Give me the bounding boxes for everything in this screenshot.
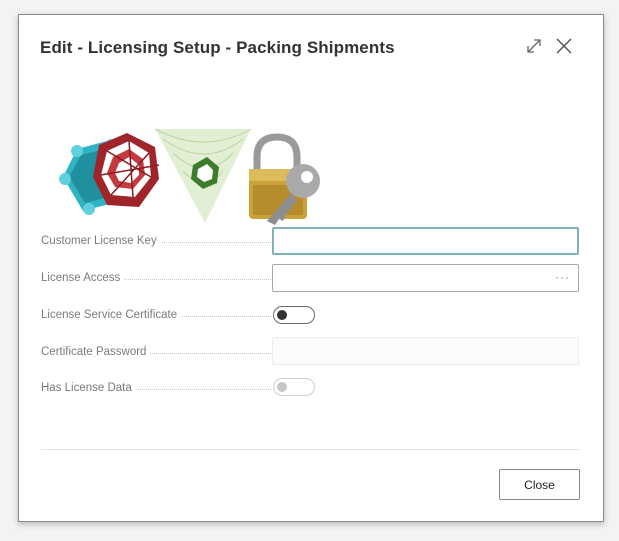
has-license-data-label: Has License Data — [41, 382, 271, 394]
license-access-label: License Access — [41, 272, 271, 284]
toggle-knob — [277, 310, 287, 320]
license-service-certificate-toggle[interactable] — [273, 306, 315, 324]
customer-license-key-label: Customer License Key — [41, 235, 271, 247]
toggle-knob — [277, 382, 287, 392]
customer-license-key-input[interactable] — [272, 227, 579, 255]
close-button[interactable]: Close — [499, 469, 580, 500]
has-license-data-toggle — [273, 378, 315, 396]
certificate-password-input — [272, 337, 579, 365]
red-lattice-logo — [93, 133, 160, 207]
close-icon[interactable] — [553, 35, 575, 57]
app-logo — [55, 125, 321, 229]
license-access-input[interactable]: ··· — [272, 264, 579, 292]
green-triangle-logo — [154, 128, 252, 223]
license-service-certificate-label: License Service Certificate — [41, 309, 271, 321]
expand-icon[interactable] — [523, 35, 545, 57]
dialog-title: Edit - Licensing Setup - Packing Shipmen… — [40, 38, 395, 57]
licensing-setup-dialog: Edit - Licensing Setup - Packing Shipmen… — [18, 14, 604, 522]
footer-divider — [41, 449, 580, 450]
certificate-password-label: Certificate Password — [41, 346, 271, 358]
lookup-ellipsis-icon[interactable]: ··· — [555, 270, 570, 284]
